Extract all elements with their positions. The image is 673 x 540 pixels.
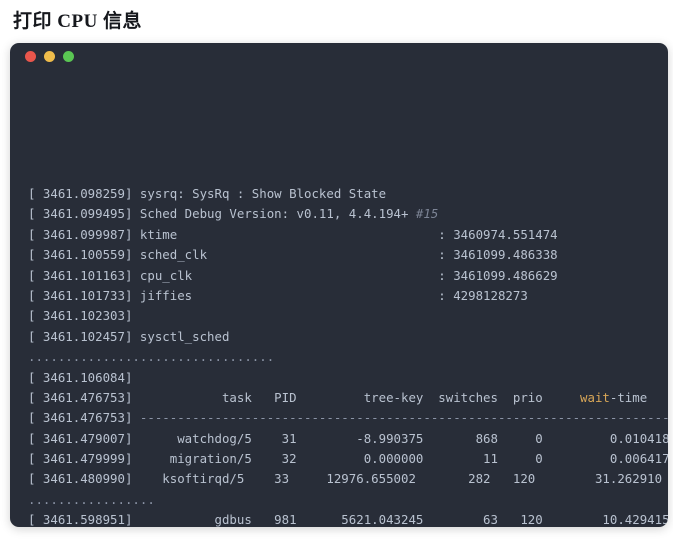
build-number: #15	[415, 206, 439, 222]
terminal-line: [ 3461.100559] sched_clk : 3461099.48633…	[28, 245, 668, 265]
close-button[interactable]	[25, 51, 36, 62]
line-text-tail: -time	[609, 389, 648, 405]
terminal-line: [ 3461.106084]	[28, 368, 668, 388]
line-text: sched_clk : 3461099.486338	[132, 247, 558, 263]
table-separator: ----------------------------------------…	[139, 410, 668, 426]
line-text: gdbus 981 5621.043245 63 120 10.429415 7	[214, 512, 668, 527]
terminal-line: [ 3461.102457] sysctl_sched	[28, 327, 668, 347]
terminal-line: [ 3461.102303]	[28, 306, 668, 326]
terminal-line: [ 3461.479007] watchdog/5 31 -8.990375 8…	[28, 429, 668, 449]
line-text: migration/5 32 0.000000 11 0 0.006417 0	[169, 451, 668, 467]
kernel-timestamp: [ 3461.476753]	[28, 389, 133, 405]
line-text: task PID tree-key switches prio	[132, 389, 581, 405]
line-text: ktime : 3460974.551474	[132, 226, 558, 242]
line-text: ksoftirqd/5 33 12976.655002 282 120 31.2…	[162, 471, 663, 487]
terminal-line: [ 3461.598951] gdbus 981 5621.043245 63 …	[28, 510, 668, 527]
page-title: 打印 CPU 信息	[13, 11, 143, 32]
terminal-line: [ 3461.476753] -------------------------…	[28, 408, 668, 428]
terminal-line: [ 3461.098259] sysrq: SysRq : Show Block…	[28, 184, 668, 204]
line-text: Sched Debug Version: v0.11, 4.4.194+	[132, 206, 416, 222]
kernel-timestamp: [ 3461.101733]	[28, 287, 133, 303]
kernel-timestamp: [ 3461.098259]	[28, 186, 133, 202]
terminal-line: [ 3461.479999] migration/5 32 0.000000 1…	[28, 449, 668, 469]
line-text: watchdog/5 31 -8.990375 868 0 0.010418 3…	[177, 430, 668, 446]
kernel-timestamp: [ 3461.476753]	[28, 410, 133, 426]
kernel-timestamp: [ 3461.102303]	[28, 308, 133, 324]
kernel-timestamp: [ 3461.099495]	[28, 206, 133, 222]
maximize-button[interactable]	[63, 51, 74, 62]
prompt-line: root@firefly:~# echo w > /proc/sysrq-tri…	[28, 123, 668, 143]
terminal-line: [ 3461.101163] cpu_clk : 3461099.486629	[28, 266, 668, 286]
terminal-line: [ 3461.101733] jiffies : 4298128273	[28, 286, 668, 306]
line-text: cpu_clk : 3461099.486629	[132, 267, 558, 283]
line-text: sysrq: SysRq : Show Blocked State	[132, 186, 387, 202]
kernel-timestamp: [ 3461.480990]	[28, 471, 133, 487]
terminal-line: [ 3461.480990] ksoftirqd/5 33 12976.6550…	[28, 469, 668, 489]
terminal-output[interactable]: root@firefly:~# echo w > /proc/sysrq-tri…	[10, 70, 668, 527]
terminal-line: [ 3461.099495] Sched Debug Version: v0.1…	[28, 204, 668, 224]
kernel-timestamp: [ 3461.479007]	[28, 430, 133, 446]
ellipsis-separator: .................	[28, 491, 155, 507]
terminal-line: .................	[28, 490, 668, 510]
terminal-line: [ 3461.099987] ktime : 3460974.551474	[28, 225, 668, 245]
line-text: sysctl_sched	[132, 328, 230, 344]
wait-time-header-accent: wait	[580, 389, 610, 405]
terminal-window: root@firefly:~# echo w > /proc/sysrq-tri…	[10, 43, 668, 527]
minimize-button[interactable]	[44, 51, 55, 62]
line-text: jiffies : 4298128273	[132, 287, 528, 303]
kernel-timestamp: [ 3461.100559]	[28, 247, 133, 263]
kernel-timestamp: [ 3461.099987]	[28, 226, 133, 242]
kernel-timestamp: [ 3461.479999]	[28, 451, 133, 467]
kernel-timestamp: [ 3461.598951]	[28, 512, 133, 527]
kernel-timestamp: [ 3461.101163]	[28, 267, 133, 283]
kernel-timestamp: [ 3461.102457]	[28, 328, 133, 344]
terminal-titlebar	[10, 43, 668, 70]
kernel-timestamp: [ 3461.106084]	[28, 369, 133, 385]
ellipsis-separator: .................................	[28, 349, 275, 365]
terminal-line: [ 3461.476753] task PID tree-key switche…	[28, 388, 668, 408]
terminal-line: .................................	[28, 347, 668, 367]
